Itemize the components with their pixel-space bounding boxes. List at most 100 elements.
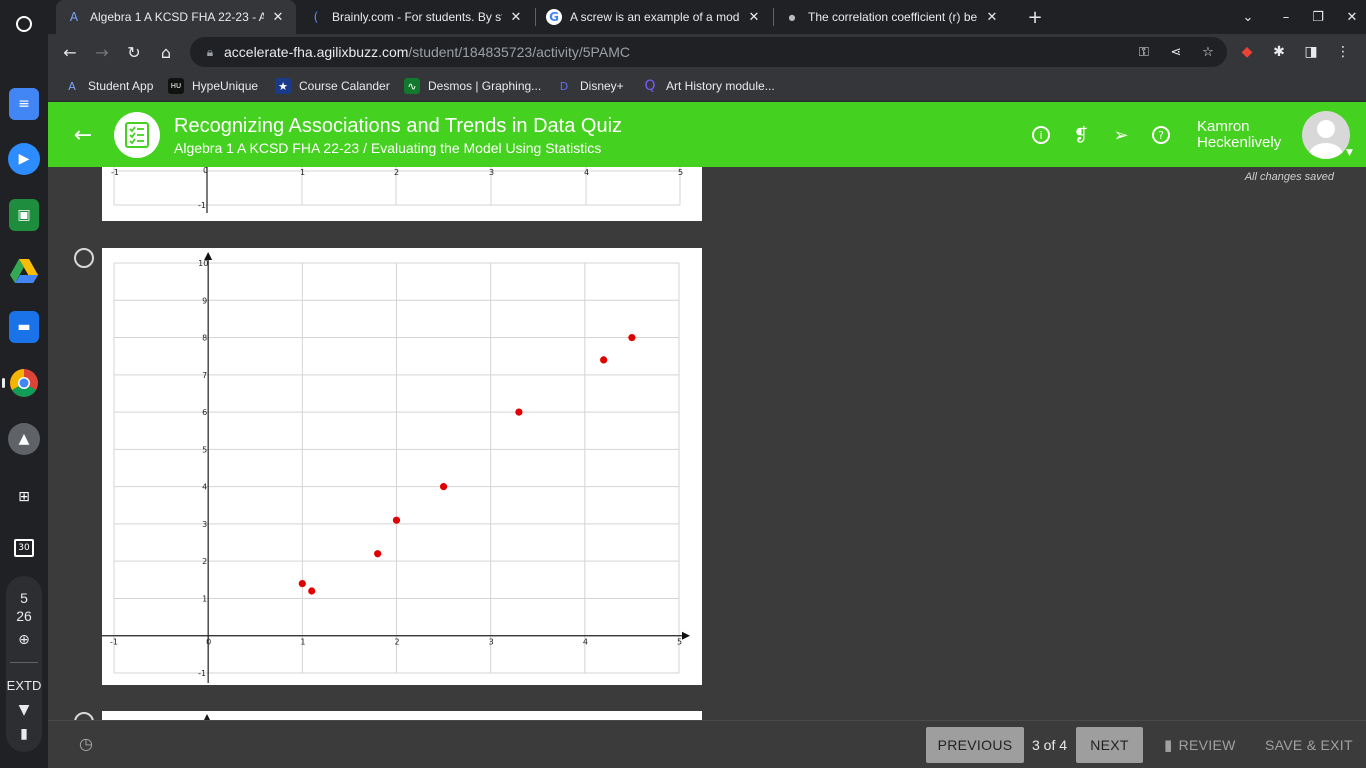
back-arrow-icon[interactable]: ← bbox=[68, 120, 98, 150]
tab-algebra[interactable]: A Algebra 1 A KCSD FHA 22-23 - A ✕ bbox=[56, 0, 296, 34]
tab-brainly[interactable]: ( Brainly.com - For students. By st ✕ bbox=[298, 0, 534, 34]
x-tick-label: -1 bbox=[110, 638, 118, 647]
answer-radio-option[interactable] bbox=[74, 248, 94, 268]
tab-google-screw[interactable]: G A screw is an example of a mod ✕ bbox=[536, 0, 772, 34]
gallery-app-icon[interactable]: ▲ bbox=[8, 423, 40, 455]
brainly-favicon-icon: ( bbox=[313, 10, 319, 24]
info-icon[interactable]: i bbox=[1028, 122, 1054, 148]
y-tick-label: -1 bbox=[198, 669, 206, 678]
share-icon[interactable]: ⋖ bbox=[1162, 37, 1190, 67]
google-favicon-icon: G bbox=[546, 9, 562, 25]
accessibility-icon: ⊕ bbox=[18, 632, 30, 648]
avatar-person-icon bbox=[1309, 120, 1343, 159]
bookmark-student-app[interactable]: A Student App bbox=[64, 76, 153, 96]
answer-option-graph: -1 0 1 2 3 4 5 -1 1 2 3 4 5 6 7 8 9 10 bbox=[102, 248, 702, 685]
key-icon[interactable]: ⚿ bbox=[1130, 37, 1158, 67]
launcher-icon[interactable] bbox=[8, 8, 40, 40]
y-tick-label: 4 bbox=[202, 483, 207, 492]
next-button[interactable]: NEXT bbox=[1076, 727, 1143, 763]
tab-search-chevron-icon[interactable]: ⌄ bbox=[1231, 0, 1265, 34]
scatter-chart: -1 0 1 2 3 4 5 -1 1 2 3 4 5 6 7 8 9 10 bbox=[102, 252, 690, 683]
chrome-app-icon[interactable] bbox=[8, 367, 40, 399]
browser-toolbar: ← → ↻ ⌂ 🔒︎ accelerate-fha.agilixbuzz.com… bbox=[48, 34, 1366, 70]
zoom-app-icon[interactable]: ▶ bbox=[8, 143, 40, 175]
chrome-running-indicator bbox=[2, 378, 5, 388]
review-button[interactable]: ▮ REVIEW bbox=[1164, 727, 1236, 763]
x-axis-arrow bbox=[682, 631, 690, 640]
calendar-app-icon[interactable]: 30 bbox=[8, 532, 40, 564]
forward-icon[interactable]: → bbox=[88, 38, 116, 66]
avatar[interactable] bbox=[1302, 111, 1350, 159]
close-icon[interactable]: ✕ bbox=[508, 10, 524, 25]
bookmark-course-calander[interactable]: ★ Course Calander bbox=[275, 76, 390, 96]
battery-icon: ▮ bbox=[20, 726, 28, 742]
reload-icon[interactable]: ↻ bbox=[120, 38, 148, 66]
user-name[interactable]: Kamron Heckenlively bbox=[1197, 119, 1281, 151]
side-panel-icon[interactable]: ◨ bbox=[1297, 38, 1325, 66]
x-tick-label: 2 bbox=[395, 638, 400, 647]
send-icon[interactable]: ➢ bbox=[1108, 122, 1134, 148]
address-bar[interactable]: 🔒︎ accelerate-fha.agilixbuzz.com/student… bbox=[190, 37, 1227, 67]
url-host: accelerate-fha.agilixbuzz.com bbox=[224, 44, 409, 60]
bookmark-star-icon[interactable]: ☆ bbox=[1194, 37, 1222, 67]
bookmark-art-history[interactable]: Q Art History module... bbox=[642, 76, 774, 96]
close-icon[interactable]: ✕ bbox=[984, 10, 1000, 25]
help-circle-icon: ? bbox=[1152, 126, 1170, 144]
user-first-name: Kamron bbox=[1197, 118, 1250, 135]
wifi-icon: ▼ bbox=[18, 702, 30, 718]
bookmark-label: Desmos | Graphing... bbox=[428, 79, 542, 93]
y-tick-label: 10 bbox=[198, 259, 208, 268]
user-menu-caret-icon[interactable]: ▼ bbox=[1346, 148, 1353, 158]
checklist-icon bbox=[125, 122, 149, 148]
previous-button[interactable]: PREVIOUS bbox=[926, 727, 1024, 763]
window-close-icon[interactable]: ✕ bbox=[1335, 0, 1366, 34]
bookmark-label: Course Calander bbox=[299, 79, 390, 93]
back-icon[interactable]: ← bbox=[56, 38, 84, 66]
screenshot-app-icon[interactable]: ⊞ bbox=[8, 481, 40, 513]
scatter-point bbox=[515, 408, 523, 416]
chart-grid bbox=[113, 262, 680, 674]
prev-tick-x-5: 5 bbox=[678, 168, 683, 177]
scatter-point bbox=[600, 356, 608, 364]
restore-icon[interactable]: ❐ bbox=[1301, 0, 1335, 34]
status-area[interactable]: 5 26 ⊕ EXTD ▼ ▮ bbox=[6, 576, 42, 752]
scatter-point bbox=[374, 550, 382, 558]
scatter-point bbox=[439, 483, 448, 491]
agilix-favicon-icon: A bbox=[69, 10, 79, 24]
next-graph-svg bbox=[204, 714, 210, 720]
files-app-icon[interactable]: ▬ bbox=[9, 311, 39, 343]
x-tick-label: 5 bbox=[677, 638, 682, 647]
scatter-point bbox=[308, 587, 316, 595]
y-tick-label: 3 bbox=[202, 520, 207, 529]
tab-correlation[interactable]: ● The correlation coefficient (r) bel ✕ bbox=[774, 0, 1010, 34]
save-exit-button[interactable]: SAVE & EXIT bbox=[1265, 727, 1353, 763]
y-tick-label: 1 bbox=[202, 594, 207, 603]
ext-display-label: EXTD bbox=[6, 678, 42, 693]
home-icon[interactable]: ⌂ bbox=[152, 38, 180, 66]
prev-tick-x-1: 1 bbox=[300, 168, 305, 177]
extensions-puzzle-icon[interactable]: ✱ bbox=[1265, 38, 1293, 66]
answer-radio-option-next[interactable] bbox=[74, 712, 94, 720]
y-tick-label: 7 bbox=[202, 371, 207, 380]
quiz-content: All changes saved -1 0 1 2 3 4 5 -1 -1 0… bbox=[48, 167, 1366, 720]
bookmark-disney[interactable]: D Disney+ bbox=[556, 76, 624, 96]
classroom-app-icon[interactable]: ▣ bbox=[9, 199, 39, 231]
menu-kebab-icon[interactable]: ⋮ bbox=[1329, 38, 1357, 66]
y-tick-label: 2 bbox=[202, 557, 207, 566]
close-icon[interactable]: ✕ bbox=[270, 10, 286, 25]
save-status: All changes saved bbox=[1244, 171, 1334, 183]
minimize-icon[interactable]: – bbox=[1269, 0, 1303, 34]
close-icon[interactable]: ✕ bbox=[746, 10, 762, 25]
docs-app-icon[interactable]: ≡ bbox=[9, 88, 39, 120]
bookmark-desmos[interactable]: ∿ Desmos | Graphing... bbox=[404, 76, 541, 96]
extension-red-icon[interactable]: ◆ bbox=[1233, 38, 1261, 66]
info-circle-icon: i bbox=[1032, 126, 1050, 144]
help-icon[interactable]: ? bbox=[1148, 122, 1174, 148]
bookmarks-bar: A Student App HU HypeUnique ★ Course Cal… bbox=[48, 70, 1366, 102]
y-tick-label: 8 bbox=[202, 334, 207, 343]
hearing-icon[interactable]: ❡ bbox=[1068, 122, 1094, 148]
timer-clock-icon[interactable]: ◷ bbox=[76, 733, 96, 753]
drive-app-icon[interactable] bbox=[8, 255, 40, 287]
bookmark-hypeunique[interactable]: HU HypeUnique bbox=[168, 76, 258, 96]
new-tab-plus-icon[interactable]: + bbox=[1018, 0, 1052, 34]
